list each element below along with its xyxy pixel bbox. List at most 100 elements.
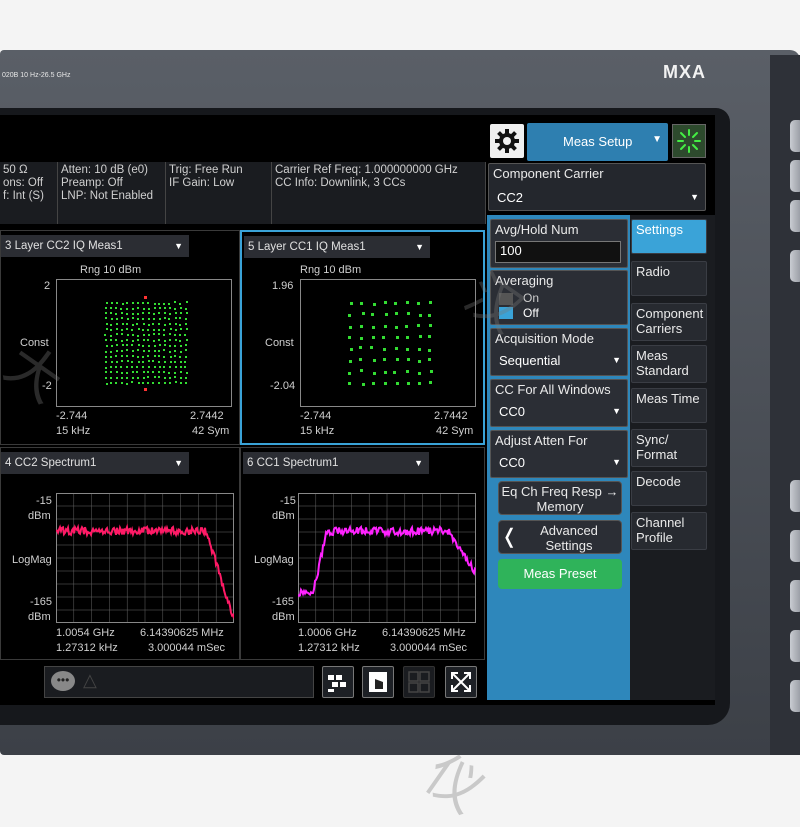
grid-button[interactable] <box>403 666 435 698</box>
constellation-point <box>180 377 182 379</box>
menu-item-meas-time[interactable]: Meas Time <box>631 388 707 423</box>
range-label: Rng 10 dBm <box>300 264 361 276</box>
constellation-point <box>383 358 386 361</box>
constellation-point <box>179 356 181 358</box>
cc-all-windows-key[interactable]: CC For All Windows CC0 ▼ <box>490 379 628 427</box>
constellation-point <box>121 329 123 331</box>
constellation-point <box>158 361 160 363</box>
constellation-point <box>186 301 188 303</box>
constellation-point <box>126 355 128 357</box>
settings-button[interactable] <box>490 124 524 158</box>
constellation-point <box>131 344 133 346</box>
hardware-key[interactable] <box>790 120 800 152</box>
eq-ch-freq-resp-button[interactable]: Eq Ch Freq Resp → Memory <box>498 481 622 515</box>
constellation-point <box>142 312 144 314</box>
constellation-point <box>154 303 156 305</box>
constellation-point <box>110 371 112 373</box>
menu-item-decode[interactable]: Decode <box>631 471 707 506</box>
window-5-title[interactable]: 5 Layer CC1 IQ Meas1 ▼ <box>244 236 430 258</box>
constellation-point <box>154 345 156 347</box>
meas-setup-label: Meas Setup <box>563 134 632 149</box>
constellation-point <box>185 344 187 346</box>
acquisition-mode-key[interactable]: Acquisition Mode Sequential ▼ <box>490 328 628 376</box>
x-right-label: 2.7442 <box>434 410 468 422</box>
window-3-title[interactable]: 3 Layer CC2 IQ Meas1 ▼ <box>1 235 189 257</box>
constellation-point <box>110 366 112 368</box>
constellation-point <box>121 355 123 357</box>
constellation-point <box>127 318 129 320</box>
constellation-point <box>116 361 118 363</box>
adjust-atten-key[interactable]: Adjust Atten For CC0 ▼ <box>490 430 628 478</box>
y-bot-label: -165 <box>30 596 52 608</box>
window-6-title[interactable]: 6 CC1 Spectrum1 ▼ <box>243 452 429 474</box>
meas-setup-menu[interactable]: Meas Setup ▼ <box>527 123 668 161</box>
x-right-label: 6.14390625 MHz <box>382 627 466 639</box>
constellation-point <box>185 377 187 379</box>
constellation-point <box>175 366 177 368</box>
constellation-point <box>158 355 160 357</box>
touch-button[interactable] <box>362 666 394 698</box>
constellation-point <box>154 366 156 368</box>
constellation-point <box>350 348 353 351</box>
advanced-settings-button[interactable]: ❬ Advanced Settings <box>498 520 622 554</box>
hardware-key[interactable] <box>790 250 800 282</box>
x-right-sub-label: 3.000044 mSec <box>390 642 467 654</box>
constellation-point <box>360 369 363 372</box>
constellation-point <box>394 302 397 305</box>
window-4-title[interactable]: 4 CC2 Spectrum1 ▼ <box>1 452 189 474</box>
chevron-down-icon: ▼ <box>690 192 699 202</box>
menu-item-radio[interactable]: Radio <box>631 261 707 296</box>
menu-item-meas-standard[interactable]: Meas Standard <box>631 345 707 383</box>
constellation-point <box>147 329 149 331</box>
constellation-point <box>428 349 431 352</box>
constellation-point <box>180 382 182 384</box>
menu-item-channel-profile[interactable]: Channel Profile <box>631 512 707 550</box>
constellation-point <box>164 317 166 319</box>
hardware-key[interactable] <box>790 680 800 712</box>
constellation-point <box>154 376 156 378</box>
y-mid-label: LogMag <box>12 554 52 566</box>
component-carrier-key[interactable]: Component Carrier CC2 ▼ <box>488 163 706 211</box>
constellation-point <box>153 313 155 315</box>
y-top-label: -15 <box>36 495 52 507</box>
status-indicator[interactable] <box>672 124 706 158</box>
constellation-point <box>174 301 176 303</box>
constellation-point <box>169 307 171 309</box>
constellation-point <box>169 382 171 384</box>
menu-item-component-carriers[interactable]: Component Carriers <box>631 303 707 341</box>
hardware-key[interactable] <box>790 200 800 232</box>
constellation-point <box>110 339 112 341</box>
constellation-point <box>152 382 154 384</box>
constellation-point <box>174 334 176 336</box>
constellation-point <box>153 333 155 335</box>
constellation-point <box>180 351 182 353</box>
constellation-point <box>138 328 140 330</box>
menu-item-settings[interactable]: Settings <box>631 219 707 254</box>
constellation-point <box>180 345 182 347</box>
constellation-point <box>168 303 170 305</box>
hardware-key[interactable] <box>790 530 800 562</box>
constellation-point <box>350 302 353 305</box>
constellation-point <box>158 329 160 331</box>
constellation-point <box>143 323 145 325</box>
chevron-down-icon: ▼ <box>612 406 621 416</box>
constellation-point <box>159 344 161 346</box>
hardware-key[interactable] <box>790 480 800 512</box>
hardware-key[interactable] <box>790 160 800 192</box>
constellation-point <box>175 381 177 383</box>
constellation-point <box>169 345 171 347</box>
expand-button[interactable] <box>445 666 477 698</box>
hardware-key[interactable] <box>790 630 800 662</box>
meas-preset-button[interactable]: Meas Preset <box>498 559 622 589</box>
layout-button[interactable] <box>322 666 354 698</box>
constellation-point <box>152 323 154 325</box>
menu-item-sync-format[interactable]: Sync/ Format <box>631 429 707 467</box>
constellation-point <box>158 382 160 384</box>
constellation-point <box>136 323 138 325</box>
message-bar[interactable]: ••• △ <box>44 666 314 698</box>
constellation-point <box>132 334 134 336</box>
constellation-point <box>393 371 396 374</box>
avg-hold-input[interactable]: 100 <box>495 241 621 263</box>
constellation-point <box>131 381 133 383</box>
hardware-key[interactable] <box>790 580 800 612</box>
